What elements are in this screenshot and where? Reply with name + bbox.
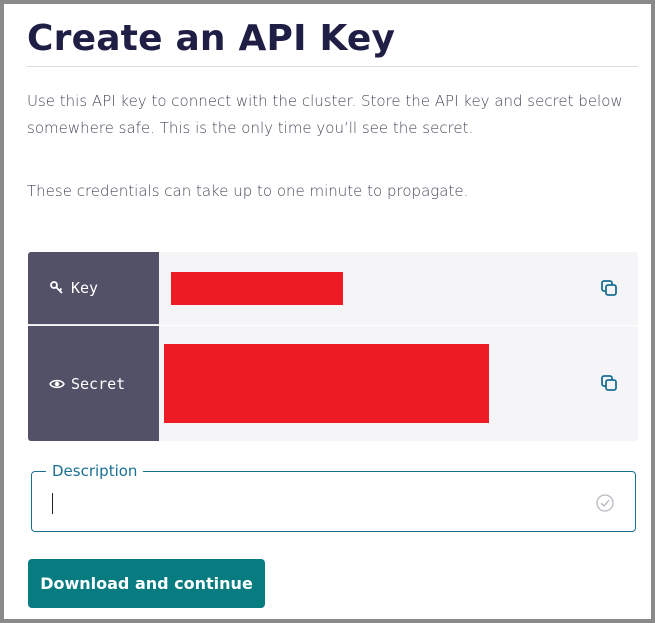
credential-label-secret: Secret: [28, 326, 159, 441]
page-title: Create an API Key: [27, 18, 396, 59]
credential-label-text: Secret: [71, 374, 126, 393]
copy-icon: [601, 280, 617, 296]
description-label: Description: [46, 460, 144, 482]
key-icon: [49, 280, 65, 296]
credentials-table: Key Secret: [28, 252, 638, 441]
copy-icon: [601, 375, 617, 391]
title-divider: [27, 66, 638, 67]
dialog-frame: Create an API Key Use this API key to co…: [0, 0, 655, 623]
propagation-notice: These credentials can take up to one min…: [27, 182, 469, 200]
credential-label-key: Key: [28, 252, 159, 325]
api-key-value-redacted: [171, 272, 343, 305]
api-secret-value-redacted: [164, 344, 489, 423]
intro-text: Use this API key to connect with the clu…: [27, 92, 623, 137]
credential-label-text: Key: [71, 279, 99, 297]
text-cursor: [52, 493, 53, 514]
copy-key-button[interactable]: [600, 279, 618, 297]
download-and-continue-button[interactable]: Download and continue: [28, 559, 265, 608]
check-circle-icon: [596, 494, 614, 512]
description-input[interactable]: [52, 492, 572, 516]
credential-row-secret: Secret: [28, 326, 638, 441]
description-field: Description: [31, 460, 636, 532]
copy-secret-button[interactable]: [600, 374, 618, 392]
eye-icon: [49, 376, 65, 392]
credential-row-key: Key: [28, 252, 638, 325]
